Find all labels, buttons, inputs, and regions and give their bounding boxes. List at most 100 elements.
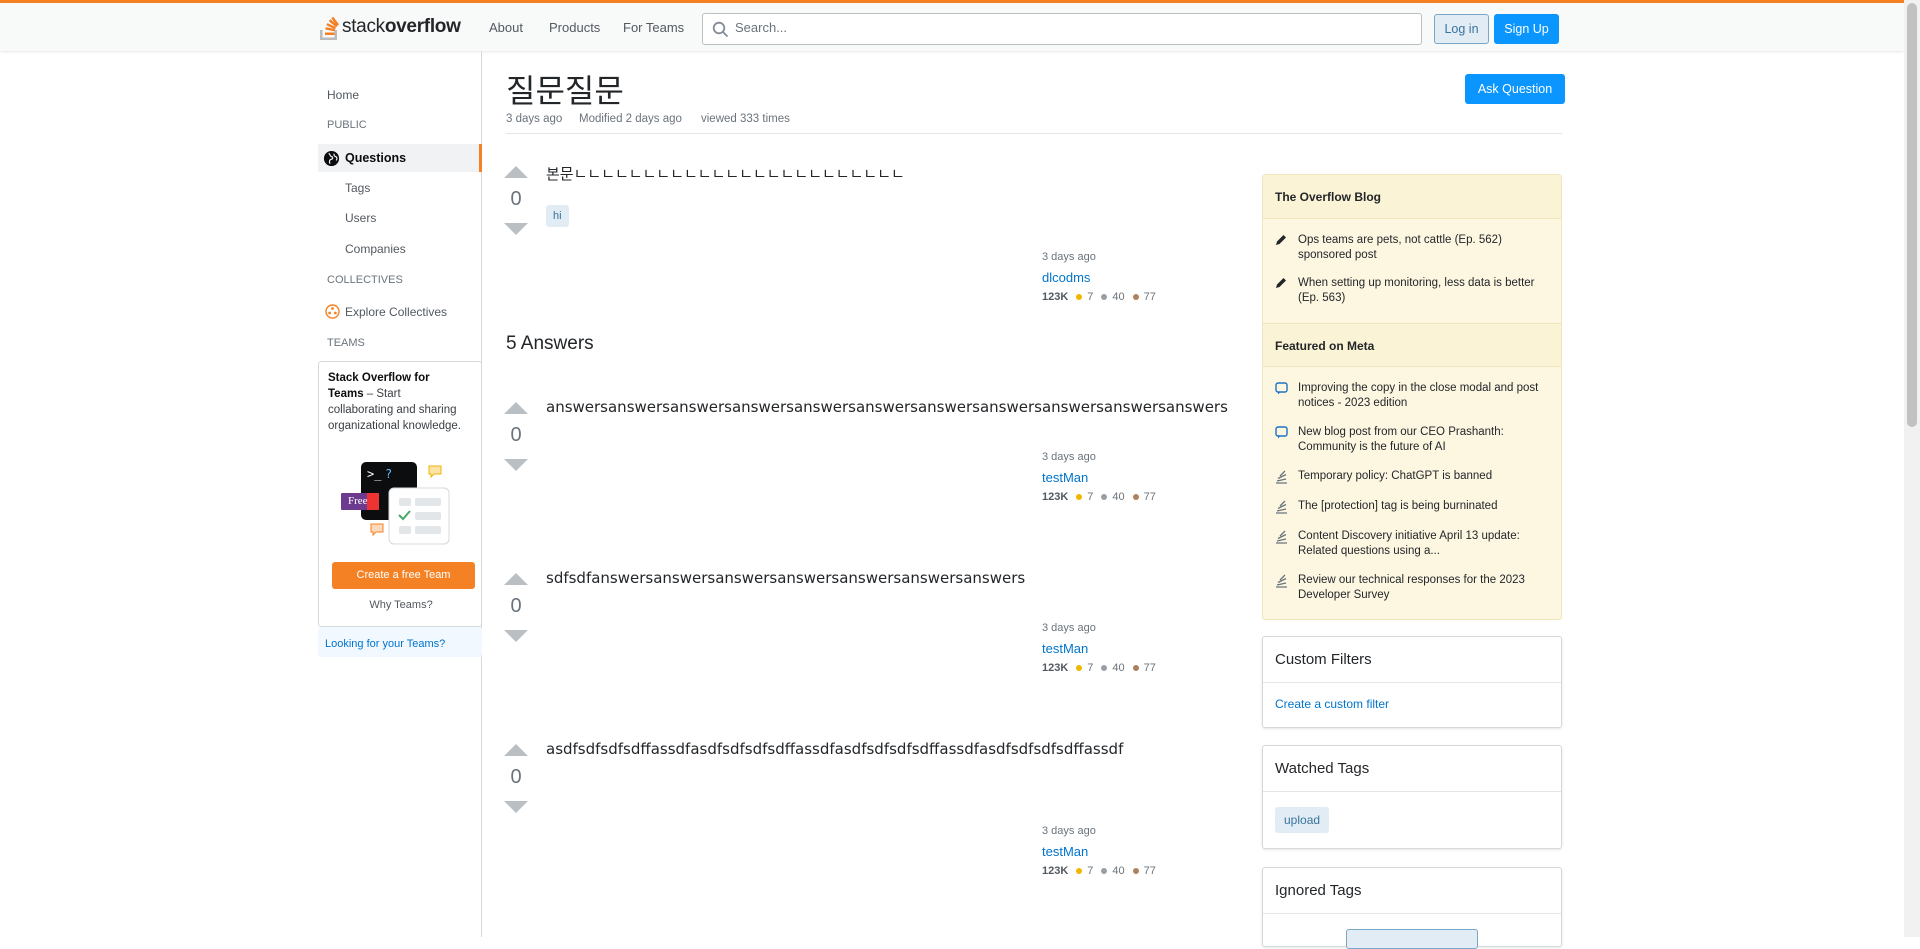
blog-heading: The Overflow Blog [1263, 175, 1561, 219]
collectives-icon [325, 304, 340, 319]
custom-filters-heading: Custom Filters [1263, 637, 1561, 683]
pencil-icon [1276, 235, 1286, 245]
answer-vote-cell: 0 [503, 744, 529, 813]
question-body: 본문ㄴㄴㄴㄴㄴㄴㄴㄴㄴㄴㄴㄴㄴㄴㄴㄴㄴㄴㄴㄴㄴㄴㄴㄴ [546, 165, 905, 183]
logo-text: stackoverflow [342, 16, 461, 37]
create-custom-filter-link[interactable]: Create a custom filter [1263, 683, 1561, 711]
question-user-card: 3 days ago dlcodms 123K 7 40 77 [1042, 251, 1192, 303]
vote-count: 0 [510, 766, 522, 788]
signup-button[interactable]: Sign Up [1494, 14, 1559, 44]
user-reputation: 123K 7 40 77 [1042, 291, 1156, 303]
meta-item[interactable]: New blog post from our CEO Prashanth: Co… [1275, 425, 1555, 455]
user-name-link[interactable]: dlcodms [1042, 270, 1192, 285]
sidebar-item-companies[interactable]: Companies [345, 242, 406, 256]
meta-item[interactable]: Temporary policy: ChatGPT is banned [1275, 469, 1555, 484]
sidebar-heading-public: PUBLIC [327, 119, 367, 131]
chat-bubble-icon [1275, 426, 1288, 439]
sidebar-item-explore-collectives[interactable]: Explore Collectives [345, 305, 447, 319]
vote-count: 0 [510, 595, 522, 617]
answer-user-card: 3 days ago testMan 123K 7 40 77 [1042, 825, 1192, 877]
stack-logo-icon [320, 16, 339, 40]
free-badge-label: Free [348, 495, 368, 507]
upvote-icon[interactable] [504, 744, 528, 756]
create-team-button[interactable]: Create a free Team [332, 562, 475, 589]
answer-user-card: 3 days ago testMan 123K 7 40 77 [1042, 451, 1192, 503]
watched-tags-widget: Watched Tags upload [1262, 745, 1562, 849]
view-count: viewed 333 times [701, 113, 790, 125]
vote-count: 0 [510, 188, 522, 210]
globe-icon [323, 150, 340, 167]
meta-item[interactable]: Content Discovery initiative April 13 up… [1275, 529, 1555, 559]
asked-date: 3 days ago [506, 113, 563, 125]
user-action-time: 3 days ago [1042, 622, 1096, 634]
why-teams-link[interactable]: Why Teams? [319, 599, 483, 611]
custom-filters-widget: Custom Filters Create a custom filter [1262, 636, 1562, 728]
left-sidebar: Home PUBLIC Questions Tags Users Compani… [318, 51, 482, 937]
teams-promo-text: Stack Overflow for Teams – Start collabo… [328, 372, 461, 432]
user-reputation: 123K 7 40 77 [1042, 491, 1156, 503]
meta-item[interactable]: Improving the copy in the close modal an… [1275, 381, 1555, 411]
nav-about[interactable]: About [489, 20, 523, 35]
sidebar-item-users[interactable]: Users [345, 211, 376, 225]
login-button[interactable]: Log in [1434, 14, 1489, 44]
upvote-icon[interactable] [504, 166, 528, 178]
blog-item[interactable]: Ops teams are pets, not cattle (Ep. 562)… [1275, 233, 1555, 263]
user-reputation: 123K 7 40 77 [1042, 662, 1156, 674]
downvote-icon[interactable] [504, 459, 528, 471]
sidebar-heading-teams: TEAMS [327, 337, 365, 349]
question-vote-cell: 0 [503, 166, 529, 235]
header-divider [506, 133, 1562, 134]
nav-products[interactable]: Products [549, 20, 600, 35]
search-box[interactable] [702, 13, 1422, 45]
upvote-icon[interactable] [504, 573, 528, 585]
user-action-time: 3 days ago [1042, 251, 1096, 263]
tag-hi[interactable]: hi [546, 205, 569, 227]
stack-exchange-icon [1276, 470, 1287, 484]
watched-tags-heading: Watched Tags [1263, 746, 1561, 792]
free-badge: Free [341, 493, 379, 510]
meta-heading: Featured on Meta [1263, 323, 1561, 367]
search-input[interactable] [735, 20, 1395, 35]
answers-heading: 5 Answers [506, 333, 594, 354]
stack-exchange-icon [1276, 574, 1287, 588]
vote-count: 0 [510, 424, 522, 446]
upvote-icon[interactable] [504, 402, 528, 414]
user-name-link[interactable]: testMan [1042, 844, 1192, 859]
modified-date: Modified 2 days ago [579, 113, 682, 125]
answer-body: sdfsdfanswersanswersanswersanswersanswer… [546, 569, 1026, 587]
meta-item[interactable]: The [protection] tag is being burninated [1275, 499, 1555, 514]
sidebar-item-questions[interactable]: Questions [318, 144, 482, 172]
downvote-icon[interactable] [504, 223, 528, 235]
downvote-icon[interactable] [504, 801, 528, 813]
overflow-blog-widget: The Overflow Blog Ops teams are pets, no… [1262, 174, 1562, 620]
chat-bubble-icon [1275, 382, 1288, 395]
downvote-icon[interactable] [504, 630, 528, 642]
meta-item[interactable]: Review our technical responses for the 2… [1275, 573, 1555, 603]
answer-vote-cell: 0 [503, 402, 529, 471]
answer-body: answersanswersanswersanswersanswersanswe… [546, 398, 1228, 416]
question-title[interactable]: 질문질문 [506, 66, 624, 112]
looking-for-teams-link[interactable]: Looking for your Teams? [318, 627, 482, 657]
stackoverflow-logo[interactable]: stackoverflow [318, 11, 461, 43]
scrollbar-thumb[interactable] [1907, 3, 1917, 427]
user-reputation: 123K 7 40 77 [1042, 865, 1156, 877]
add-ignored-tag-button[interactable] [1346, 929, 1478, 949]
teams-promo-card: Stack Overflow for Teams – Start collabo… [318, 361, 482, 627]
page-scrollbar[interactable] [1904, 0, 1920, 937]
stack-exchange-icon [1276, 500, 1287, 514]
ignored-tags-heading: Ignored Tags [1263, 868, 1561, 914]
ask-question-button[interactable]: Ask Question [1465, 74, 1565, 104]
answer-user-card: 3 days ago testMan 123K 7 40 77 [1042, 622, 1192, 674]
sidebar-heading-collectives: COLLECTIVES [327, 274, 403, 286]
tag-upload[interactable]: upload [1275, 807, 1330, 833]
user-name-link[interactable]: testMan [1042, 470, 1192, 485]
user-name-link[interactable]: testMan [1042, 641, 1192, 656]
blog-item[interactable]: When setting up monitoring, less data is… [1275, 276, 1555, 306]
pencil-icon [1276, 278, 1286, 288]
ignored-tags-widget: Ignored Tags [1262, 867, 1562, 949]
answer-vote-cell: 0 [503, 573, 529, 642]
answer-body: asdfsdfsdfsdffassdfasdfsdfsdfsdffassdfas… [546, 740, 1124, 758]
sidebar-item-home[interactable]: Home [327, 88, 359, 102]
sidebar-item-tags[interactable]: Tags [345, 181, 370, 195]
nav-for-teams[interactable]: For Teams [623, 20, 684, 35]
